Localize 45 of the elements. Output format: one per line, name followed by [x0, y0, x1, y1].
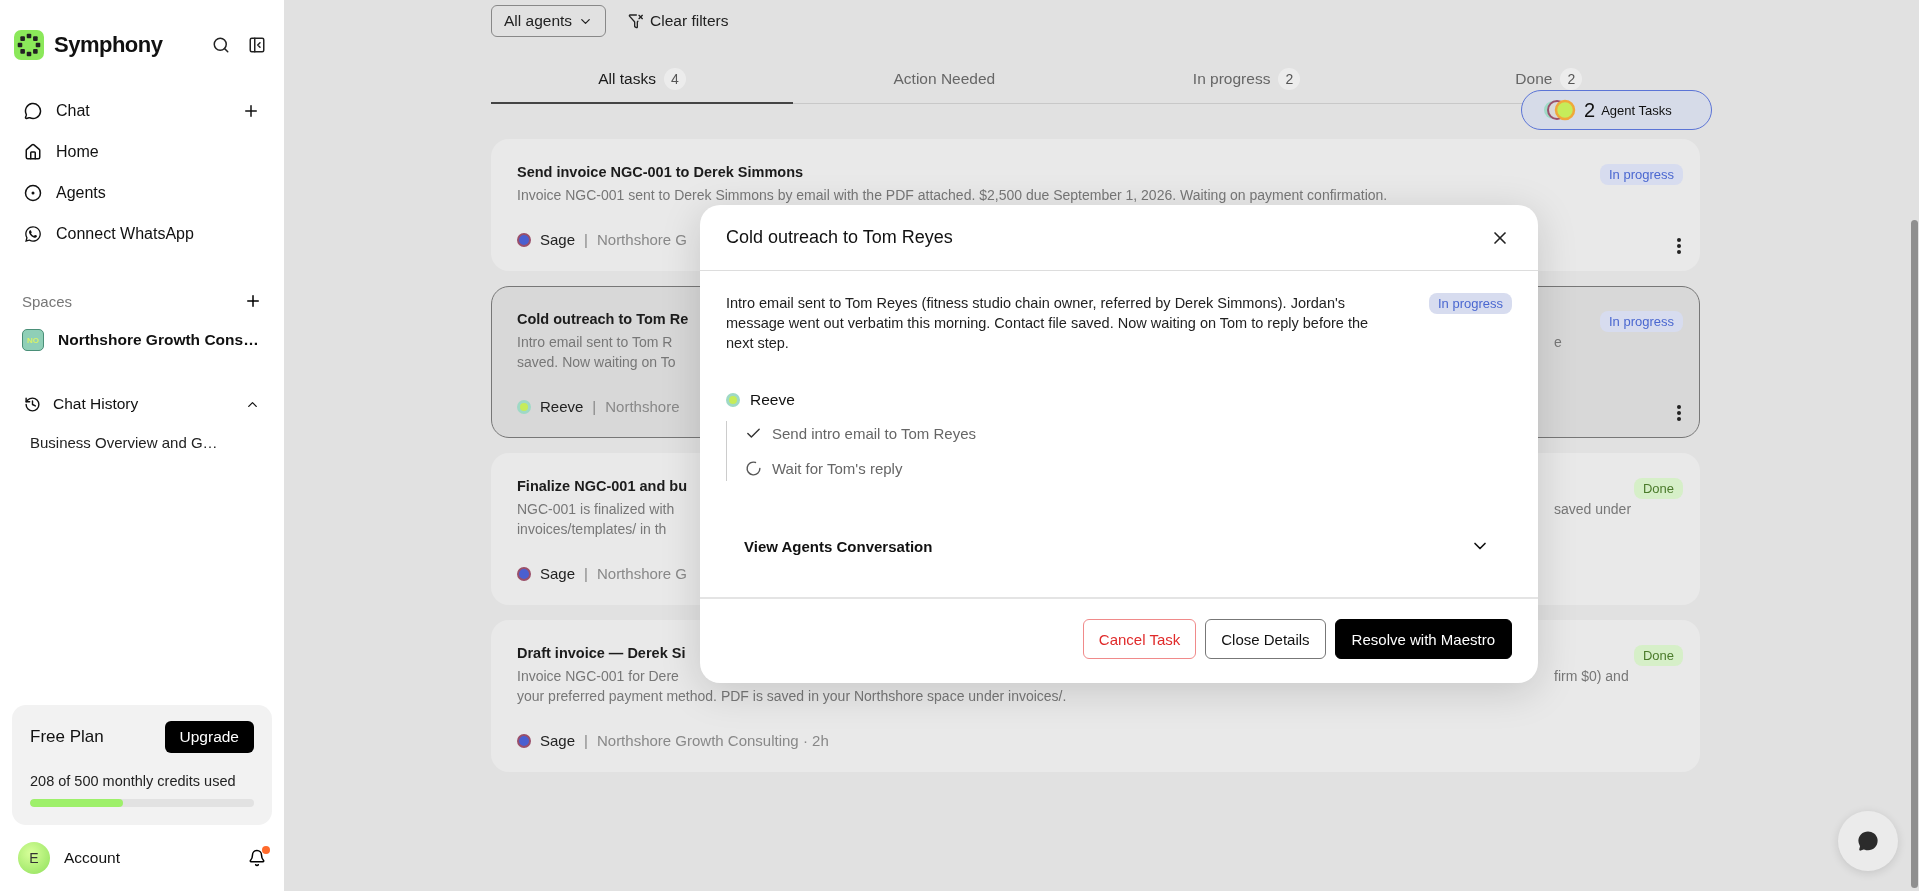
task-description: saved. Now waiting on To	[517, 353, 676, 372]
task-description: invoices/templates/ in th	[517, 520, 667, 539]
tab-count: 4	[664, 68, 686, 90]
task-description: e	[1554, 333, 1562, 352]
status-badge: In progress	[1599, 311, 1683, 332]
status-badge: Done	[1633, 478, 1683, 499]
task-title: Draft invoice — Derek Si	[517, 645, 686, 661]
space-name: Northshore G	[596, 565, 687, 582]
brand-name: Symphony	[54, 32, 164, 58]
agent-name: Sage	[540, 732, 576, 749]
separator: |	[584, 231, 588, 248]
task-description: Invoice NGC-001 sent to Derek Simmons by email with the PDF attached. $2,500 due September 1, 2026. Waiting on payment confirmation.	[517, 186, 1388, 205]
step-label: Wait for Tom's reply	[772, 460, 903, 477]
task-title: Send invoice NGC-001 to Derek Simmons	[517, 164, 804, 180]
status-badge: In progress	[1428, 293, 1512, 314]
task-description: Intro email sent to Tom Reyes (fitness studio chain owner, referred by Derek Simmons). Jordan's message went out verbatim this morning. Contact file saved. Now waiting on Tom to reply before the next step.	[726, 294, 1370, 353]
agent-name: Reeve	[540, 398, 584, 415]
task-title: Finalize NGC-001 and bu	[517, 478, 687, 494]
task-description: your preferred payment method. PDF is saved in your Northshore space under invoices/.	[517, 687, 1067, 706]
task-description: NGC-001 is finalized with	[517, 500, 675, 519]
space-name: Northshore G	[596, 231, 687, 248]
space-name: Northshore Growth Cons…	[58, 331, 259, 349]
status-badge: Done	[1633, 645, 1683, 666]
separator: |	[592, 398, 597, 415]
task-description: Intro email sent to Tom R	[517, 333, 673, 352]
credits-usage: 208 of 500 monthly credits used	[30, 773, 237, 789]
separator: |	[584, 565, 588, 582]
tab-count: 2	[1560, 68, 1583, 90]
task-title: Cold outreach to Tom Re	[517, 311, 689, 327]
task-description: saved under	[1554, 500, 1632, 519]
section-label: Spaces	[22, 292, 73, 310]
agent-name: Sage	[540, 565, 576, 582]
status-badge: In progress	[1599, 164, 1683, 185]
agent-name: Sage	[540, 231, 576, 248]
space-name: Northshore	[605, 398, 680, 415]
space-name: Northshore Growth Consulting · 2h	[596, 732, 829, 749]
agent-name: Reeve	[750, 391, 795, 409]
step-label: Send intro email to Tom Reyes	[772, 425, 976, 442]
dialog-title: Cold outreach to Tom Reyes	[726, 227, 953, 248]
separator: |	[584, 732, 588, 749]
task-description: firm $0) and	[1554, 667, 1629, 686]
task-description: Invoice NGC-001 for Dere	[517, 667, 679, 686]
tab-count: 2	[1278, 68, 1301, 90]
space-avatar: NO	[22, 329, 44, 351]
plan-name: Free Plan	[30, 727, 104, 747]
